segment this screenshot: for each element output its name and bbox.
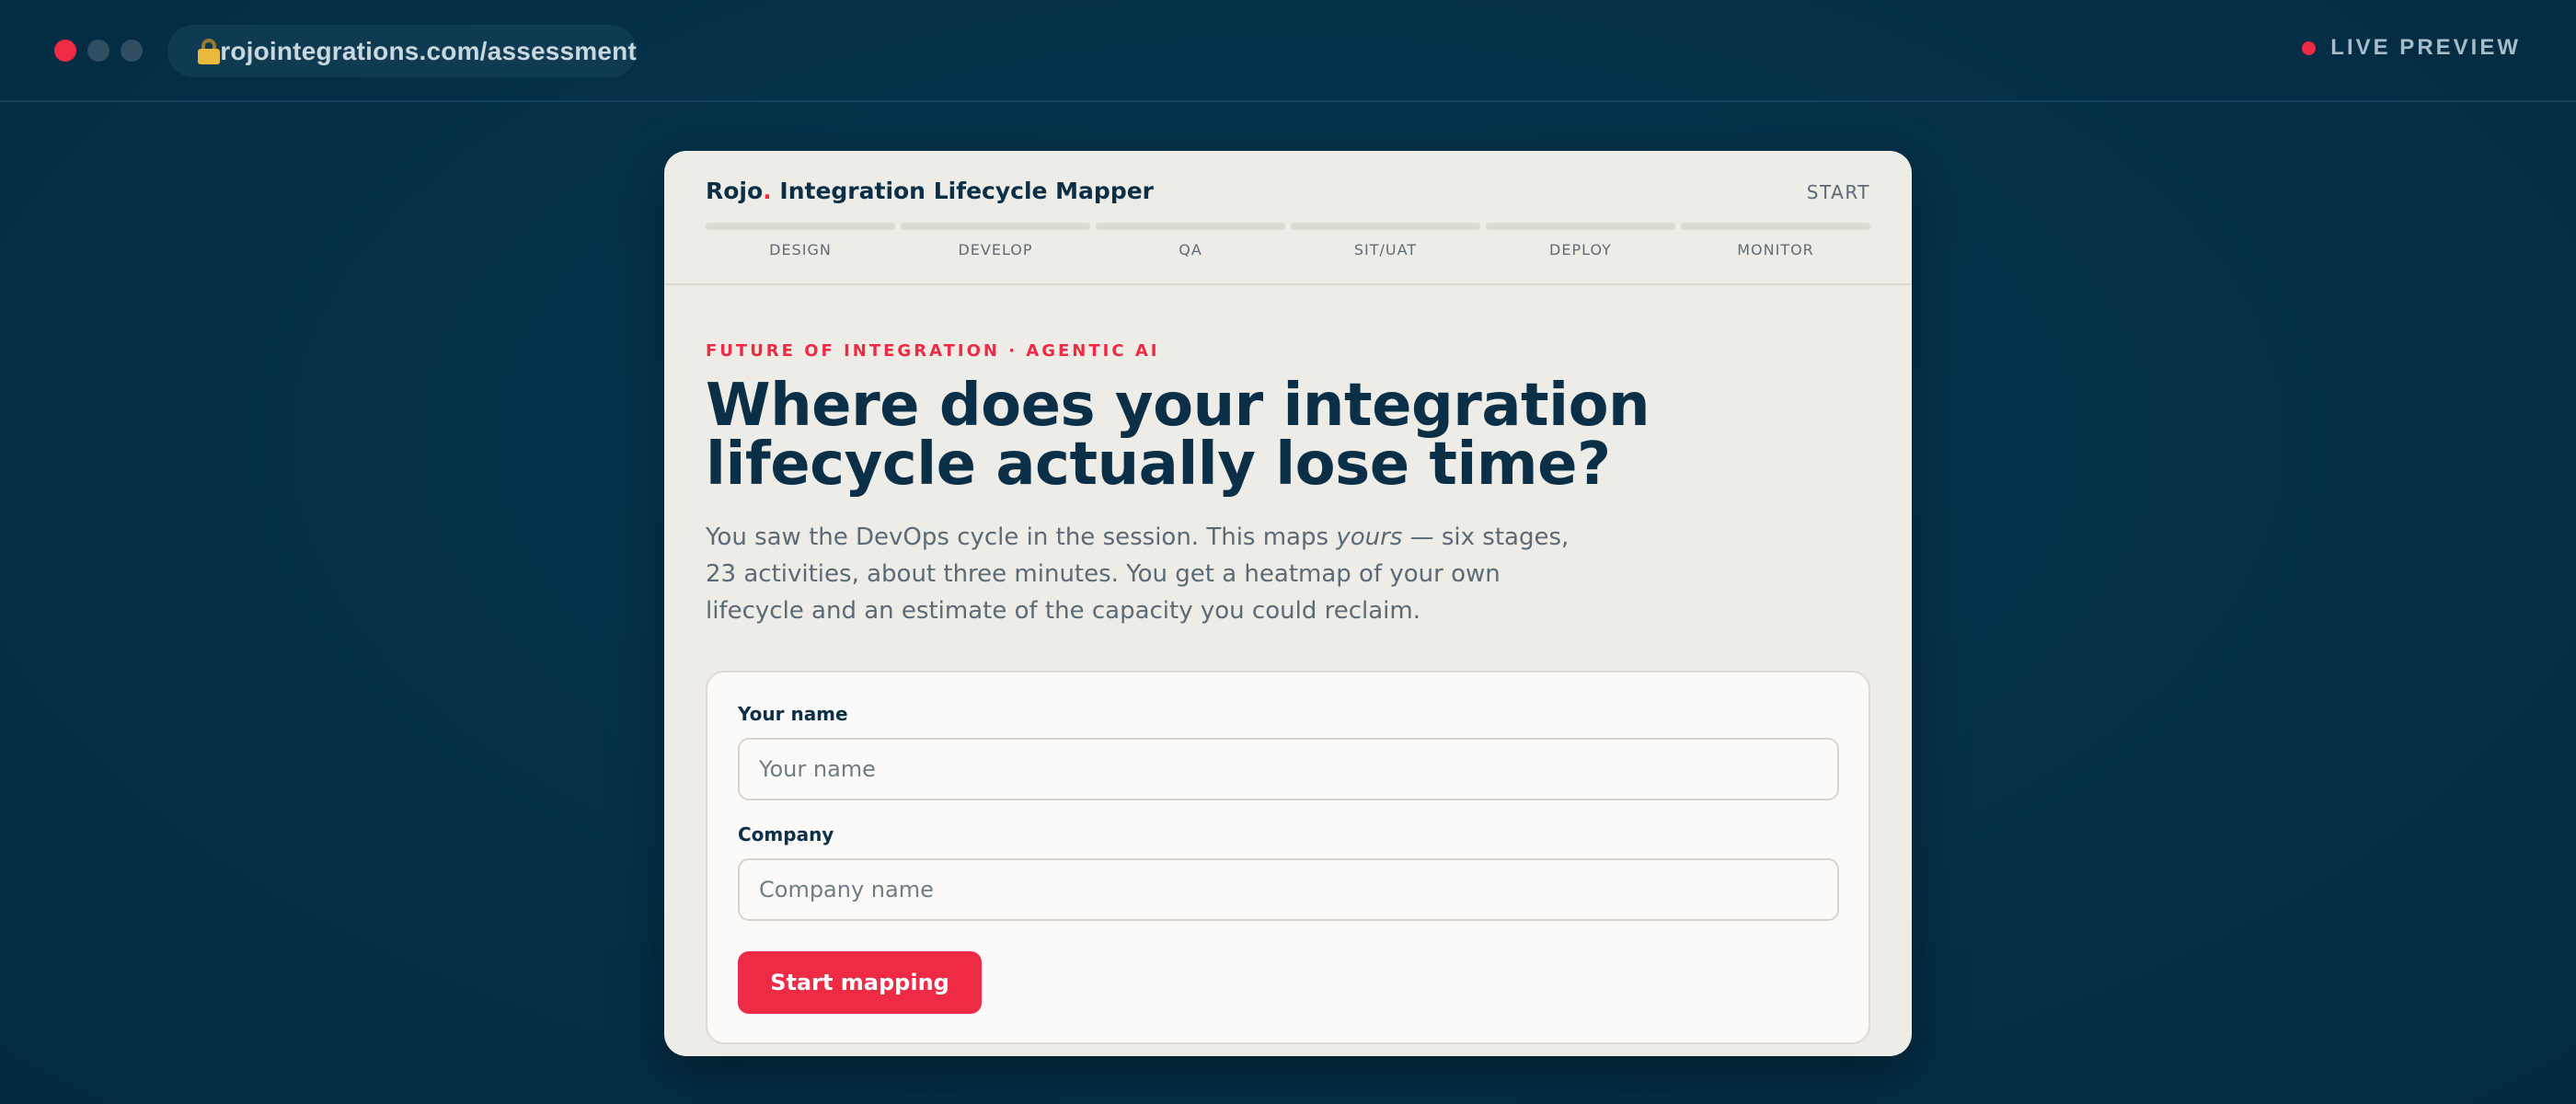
stage-progress: DESIGN DEVELOP QA SIT/UAT DEPLOY MONITOR bbox=[706, 223, 1870, 259]
stage-label: DEPLOY bbox=[1549, 241, 1612, 259]
stage-bar bbox=[706, 223, 895, 230]
page-headline: Where does your integration lifecycle ac… bbox=[706, 372, 1650, 499]
name-label: Your name bbox=[738, 703, 848, 725]
step-label: START bbox=[1806, 181, 1870, 203]
live-preview-indicator: LIVE PREVIEW bbox=[2302, 35, 2521, 61]
intro-text-start: You saw the DevOps cycle in the session.… bbox=[706, 523, 1337, 551]
stage-design: DESIGN bbox=[706, 223, 895, 259]
window-minimize-dot[interactable] bbox=[87, 40, 109, 62]
stage-label: SIT/UAT bbox=[1353, 241, 1418, 259]
stage-label: MONITOR bbox=[1737, 241, 1814, 259]
stage-qa: QA bbox=[1096, 223, 1285, 259]
stage-label: DESIGN bbox=[769, 241, 832, 259]
stage-deploy: DEPLOY bbox=[1486, 223, 1675, 259]
eyebrow-text: FUTURE OF INTEGRATION · AGENTIC AI bbox=[706, 341, 1160, 361]
live-preview-label: LIVE PREVIEW bbox=[2330, 35, 2521, 60]
stage-bar bbox=[1486, 223, 1675, 230]
start-mapping-button[interactable]: Start mapping bbox=[738, 951, 982, 1014]
company-label: Company bbox=[738, 823, 834, 845]
stage-bar bbox=[1291, 223, 1480, 230]
app-title: Integration Lifecycle Mapper bbox=[779, 178, 1155, 204]
stage-bar bbox=[1096, 223, 1285, 230]
company-input[interactable] bbox=[738, 858, 1839, 921]
signup-form: Your name Company Start mapping bbox=[706, 671, 1870, 1044]
live-indicator-dot-icon bbox=[2302, 40, 2317, 55]
brand-dot: . bbox=[763, 178, 772, 204]
card-header: Rojo. Integration Lifecycle Mapper START… bbox=[664, 151, 1912, 285]
browser-top-bar: rojointegrations.com/assessment LIVE PRE… bbox=[0, 0, 2576, 102]
stage-label: QA bbox=[1179, 241, 1202, 259]
app-brand: Rojo. Integration Lifecycle Mapper bbox=[706, 178, 1154, 204]
stage-sit-uat: SIT/UAT bbox=[1291, 223, 1480, 259]
address-bar-url: rojointegrations.com/assessment bbox=[220, 36, 637, 65]
brand-name: Rojo bbox=[706, 178, 764, 204]
window-close-dot[interactable] bbox=[54, 40, 76, 62]
stage-label: DEVELOP bbox=[958, 241, 1033, 259]
stage-bar bbox=[901, 223, 1090, 230]
address-bar[interactable]: rojointegrations.com/assessment bbox=[167, 25, 637, 77]
intro-emphasis: yours bbox=[1336, 523, 1403, 551]
intro-paragraph: You saw the DevOps cycle in the session.… bbox=[706, 519, 1570, 629]
name-input[interactable] bbox=[738, 738, 1839, 800]
stage-bar bbox=[1681, 223, 1870, 230]
assessment-card: Rojo. Integration Lifecycle Mapper START… bbox=[664, 151, 1912, 1056]
lock-icon bbox=[195, 38, 220, 65]
stage-monitor: MONITOR bbox=[1681, 223, 1870, 259]
stage-develop: DEVELOP bbox=[901, 223, 1090, 259]
window-maximize-dot[interactable] bbox=[121, 40, 143, 62]
